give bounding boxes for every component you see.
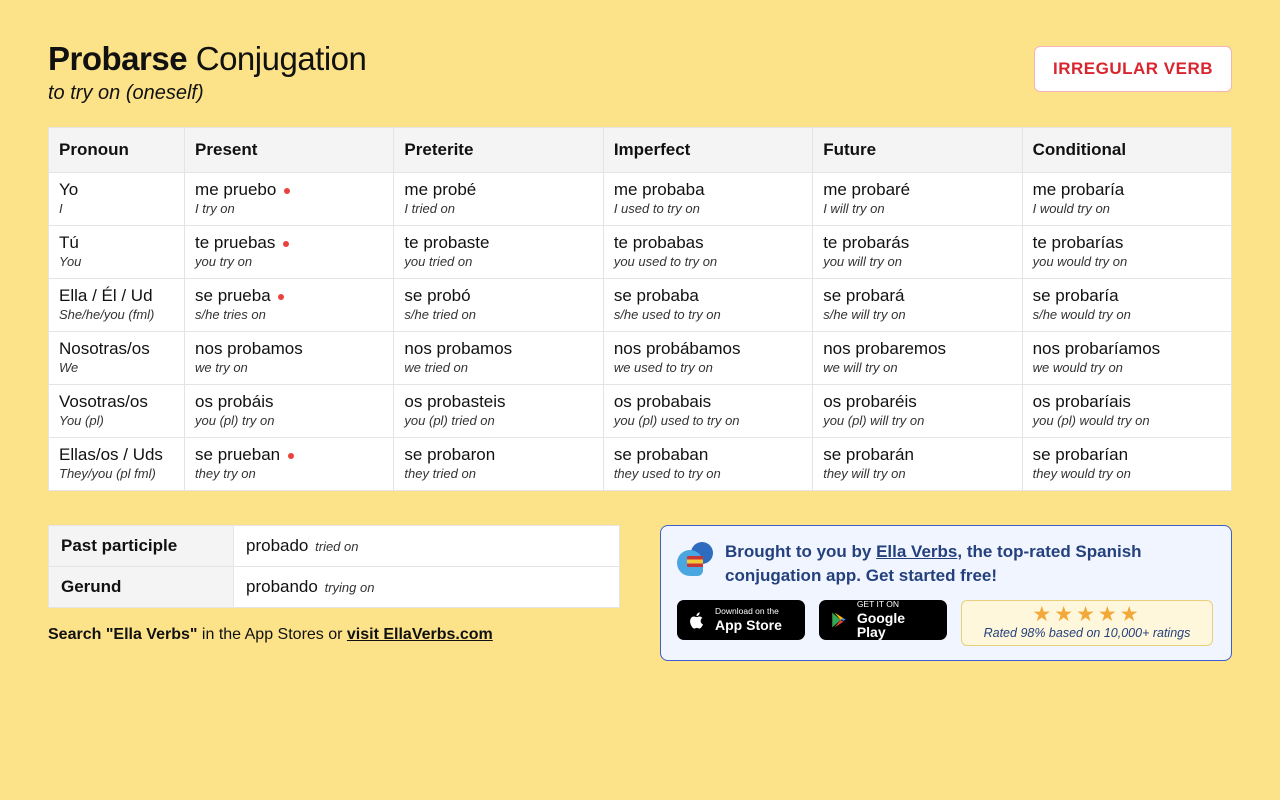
ella-verbs-link[interactable]: Ella Verbs bbox=[876, 542, 957, 561]
table-row: Ella / Él / UdShe/he/you (fml)se prueba … bbox=[49, 279, 1232, 332]
irregular-dot-icon bbox=[288, 453, 294, 459]
conjugation-cell: te probarásyou will try on bbox=[813, 226, 1022, 279]
conjugation-cell: nos probábamoswe used to try on bbox=[603, 332, 812, 385]
conjugation-cell: se probarás/he will try on bbox=[813, 279, 1022, 332]
table-row: Ellas/os / UdsThey/you (pl fml)se prueba… bbox=[49, 438, 1232, 491]
visit-link[interactable]: visit EllaVerbs.com bbox=[347, 626, 493, 643]
extra-forms-table: Past participle probado tried on Gerund … bbox=[48, 525, 620, 608]
conjugation-cell: os probaríaisyou (pl) would try on bbox=[1022, 385, 1231, 438]
conjugation-cell: os probasteisyou (pl) tried on bbox=[394, 385, 603, 438]
conjugation-cell: me probaréI will try on bbox=[813, 173, 1022, 226]
column-header: Present bbox=[185, 128, 394, 173]
pronoun-cell: YoI bbox=[49, 173, 185, 226]
table-row: YoIme pruebo I try onme probéI tried onm… bbox=[49, 173, 1232, 226]
gplay-line1: GET IT ON bbox=[857, 600, 937, 609]
title-suffix: Conjugation bbox=[196, 40, 367, 77]
pronoun-cell: Ella / Él / UdShe/he/you (fml) bbox=[49, 279, 185, 332]
column-header: Future bbox=[813, 128, 1022, 173]
column-header: Preterite bbox=[394, 128, 603, 173]
column-header: Pronoun bbox=[49, 128, 185, 173]
conjugation-cell: nos probamoswe tried on bbox=[394, 332, 603, 385]
conjugation-cell: se prueban they try on bbox=[185, 438, 394, 491]
promo-text: Brought to you by Ella Verbs, the top-ra… bbox=[725, 540, 1213, 588]
conjugation-cell: te probabasyou used to try on bbox=[603, 226, 812, 279]
irregular-dot-icon bbox=[278, 294, 284, 300]
gerund-label: Gerund bbox=[49, 567, 234, 608]
conjugation-cell: se probaránthey will try on bbox=[813, 438, 1022, 491]
table-row: Nosotras/osWenos probamoswe try onnos pr… bbox=[49, 332, 1232, 385]
google-play-icon bbox=[829, 611, 849, 629]
conjugation-cell: se prueba s/he tries on bbox=[185, 279, 394, 332]
past-participle-translation: tried on bbox=[315, 539, 358, 554]
search-hint-bold: Search "Ella Verbs" bbox=[48, 626, 197, 643]
pronoun-cell: Vosotras/osYou (pl) bbox=[49, 385, 185, 438]
star-icons: ★★★★★ bbox=[970, 604, 1204, 625]
conjugation-cell: me pruebo I try on bbox=[185, 173, 394, 226]
conjugation-cell: se probaronthey tried on bbox=[394, 438, 603, 491]
conjugation-cell: me probéI tried on bbox=[394, 173, 603, 226]
irregular-badge: IRREGULAR VERB bbox=[1034, 46, 1232, 92]
conjugation-cell: te probaríasyou would try on bbox=[1022, 226, 1231, 279]
irregular-dot-icon bbox=[283, 241, 289, 247]
verb-translation: to try on (oneself) bbox=[48, 82, 366, 105]
gplay-line2: Google Play bbox=[857, 611, 937, 639]
conjugation-table: PronounPresentPreteriteImperfectFutureCo… bbox=[48, 127, 1232, 491]
table-row: Vosotras/osYou (pl)os probáisyou (pl) tr… bbox=[49, 385, 1232, 438]
conjugation-cell: se probabas/he used to try on bbox=[603, 279, 812, 332]
appstore-line1: Download on the bbox=[715, 607, 782, 616]
search-hint-middle: in the App Stores or bbox=[197, 626, 346, 643]
irregular-dot-icon bbox=[284, 188, 290, 194]
gerund-cell: probando trying on bbox=[234, 567, 620, 608]
pronoun-cell: Nosotras/osWe bbox=[49, 332, 185, 385]
verb-name: Probarse bbox=[48, 40, 187, 77]
conjugation-cell: os probáisyou (pl) try on bbox=[185, 385, 394, 438]
google-play-button[interactable]: GET IT ON Google Play bbox=[819, 600, 947, 640]
search-hint: Search "Ella Verbs" in the App Stores or… bbox=[48, 626, 620, 644]
conjugation-cell: se probaríanthey would try on bbox=[1022, 438, 1231, 491]
app-icon bbox=[677, 542, 713, 578]
conjugation-cell: te probasteyou tried on bbox=[394, 226, 603, 279]
conjugation-cell: se probós/he tried on bbox=[394, 279, 603, 332]
past-participle-value: probado bbox=[246, 536, 308, 555]
apple-icon bbox=[687, 610, 707, 630]
conjugation-cell: se probarías/he would try on bbox=[1022, 279, 1231, 332]
conjugation-cell: me probabaI used to try on bbox=[603, 173, 812, 226]
pronoun-cell: Ellas/os / UdsThey/you (pl fml) bbox=[49, 438, 185, 491]
promo-box: Brought to you by Ella Verbs, the top-ra… bbox=[660, 525, 1232, 661]
page-title: Probarse Conjugation bbox=[48, 40, 366, 78]
rating-box: ★★★★★ Rated 98% based on 10,000+ ratings bbox=[961, 600, 1213, 646]
table-row: TúYoute pruebas you try onte probasteyou… bbox=[49, 226, 1232, 279]
conjugation-cell: me probaríaI would try on bbox=[1022, 173, 1231, 226]
pronoun-cell: TúYou bbox=[49, 226, 185, 279]
appstore-line2: App Store bbox=[715, 618, 782, 632]
conjugation-cell: te pruebas you try on bbox=[185, 226, 394, 279]
gerund-value: probando bbox=[246, 577, 318, 596]
column-header: Conditional bbox=[1022, 128, 1231, 173]
past-participle-cell: probado tried on bbox=[234, 526, 620, 567]
conjugation-cell: os probaréisyou (pl) will try on bbox=[813, 385, 1022, 438]
rating-text: Rated 98% based on 10,000+ ratings bbox=[970, 626, 1204, 640]
conjugation-cell: nos probamoswe try on bbox=[185, 332, 394, 385]
column-header: Imperfect bbox=[603, 128, 812, 173]
past-participle-label: Past participle bbox=[49, 526, 234, 567]
conjugation-cell: se probabanthey used to try on bbox=[603, 438, 812, 491]
conjugation-cell: os probabaisyou (pl) used to try on bbox=[603, 385, 812, 438]
conjugation-cell: nos probaríamoswe would try on bbox=[1022, 332, 1231, 385]
app-store-button[interactable]: Download on the App Store bbox=[677, 600, 805, 640]
gerund-translation: trying on bbox=[325, 580, 375, 595]
conjugation-cell: nos probaremoswe will try on bbox=[813, 332, 1022, 385]
